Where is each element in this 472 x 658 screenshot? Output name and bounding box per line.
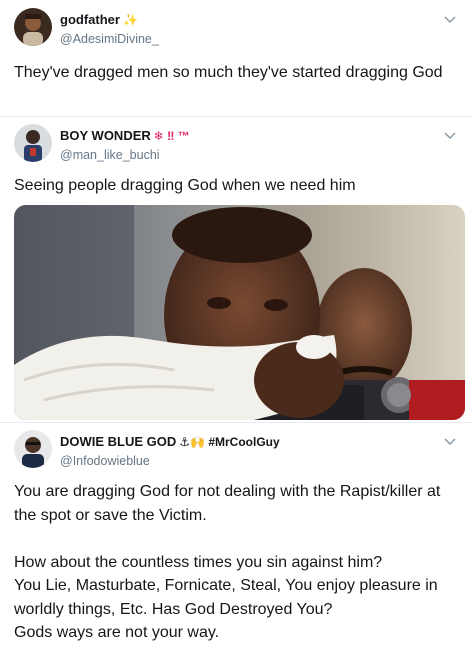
sparkle-icon: ✨: [122, 13, 138, 27]
display-name[interactable]: DOWIE BLUE GOD ⚓🙌 #MrCoolGuy: [60, 433, 280, 451]
display-name[interactable]: BOY WONDER ❄ ‼ ™: [60, 127, 190, 145]
handle[interactable]: @AdesimiDivine_: [60, 32, 159, 46]
tweet-2[interactable]: BOY WONDER ❄ ‼ ™ @man_like_buchi Seeing p…: [0, 116, 472, 422]
tweet-3[interactable]: DOWIE BLUE GOD ⚓🙌 #MrCoolGuy @Infodowiebl…: [0, 422, 472, 658]
tweet-1[interactable]: godfather ✨ @AdesimiDivine_ They've dragg…: [0, 0, 472, 116]
tweet-text: Seeing people dragging God when we need …: [14, 177, 356, 194]
badge-icons: ❄ ‼ ™: [153, 129, 190, 143]
tweet-text: You are dragging God for not dealing wit…: [14, 483, 441, 641]
anchor-icon: ⚓🙌 #MrCoolGuy: [179, 435, 280, 449]
tweet-text: They've dragged men so much they've star…: [14, 64, 443, 81]
chevron-down-icon[interactable]: [442, 435, 458, 451]
avatar[interactable]: [14, 8, 52, 46]
tweet-media-image[interactable]: [14, 205, 465, 420]
display-name[interactable]: godfather ✨: [60, 11, 159, 29]
handle[interactable]: @Infodowieblue: [60, 454, 280, 468]
avatar[interactable]: [14, 124, 52, 162]
photo-icon: [14, 205, 465, 420]
handle[interactable]: @man_like_buchi: [60, 148, 190, 162]
avatar[interactable]: [14, 430, 52, 468]
chevron-down-icon[interactable]: [442, 129, 458, 145]
chevron-down-icon[interactable]: [442, 13, 458, 29]
